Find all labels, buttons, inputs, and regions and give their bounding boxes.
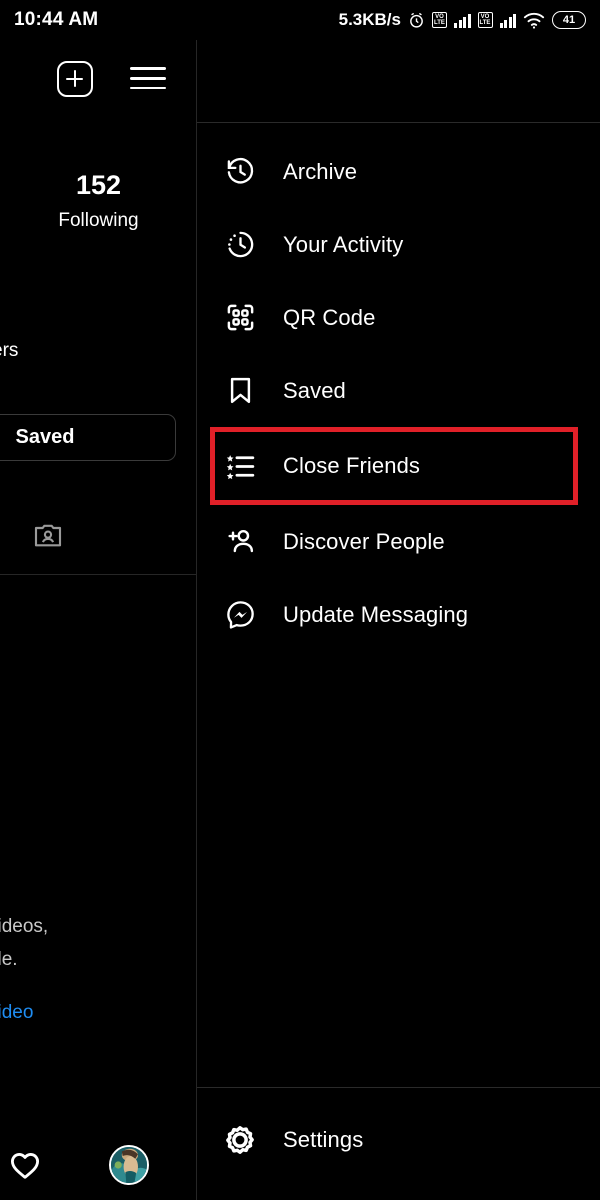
activity-clock-icon <box>223 228 257 262</box>
archive-clock-icon <box>223 155 257 189</box>
volte-sim1-icon: VO LTE <box>432 12 447 28</box>
settings-label: Settings <box>283 1127 364 1152</box>
menu-item-label: Close Friends <box>283 453 421 478</box>
following-label[interactable]: Following <box>0 210 197 232</box>
volte-sim1-bottom: LTE <box>434 20 445 26</box>
menu-item-discover-people[interactable]: Discover People <box>197 505 600 578</box>
heart-icon[interactable] <box>7 1147 43 1183</box>
followers-label-partial[interactable]: ers <box>0 340 18 362</box>
wifi-icon <box>523 12 545 29</box>
following-count[interactable]: 152 <box>0 170 197 201</box>
person-add-icon <box>223 525 257 559</box>
signal-bars-sim1-icon <box>454 13 471 28</box>
profile-pane-partial: 152 Following ers Saved videos, file. vi… <box>0 40 197 1200</box>
phone-screen: 10:44 AM 5.3KB/s VO LTE VO LTE 41 152 Fo… <box>0 0 600 1200</box>
menu-item-update-messaging[interactable]: Update Messaging <box>197 578 600 651</box>
menu-item-your-activity[interactable]: Your Activity <box>197 208 600 281</box>
menu-item-label: Saved <box>283 377 346 403</box>
signal-bars-sim2-icon <box>499 13 516 28</box>
qr-code-icon <box>223 301 257 335</box>
menu-footer-divider <box>197 1087 600 1088</box>
battery-indicator: 41 <box>552 11 586 29</box>
profile-top-actions <box>0 53 197 113</box>
bottom-navigation-partial <box>0 1125 197 1200</box>
status-bar: 10:44 AM 5.3KB/s VO LTE VO LTE 41 <box>0 0 600 40</box>
status-icons: 5.3KB/s VO LTE VO LTE 41 <box>339 10 586 30</box>
volte-sim2-icon: VO LTE <box>477 12 493 28</box>
bio-line-2: file. <box>0 949 18 970</box>
menu-item-saved[interactable]: Saved <box>197 354 600 427</box>
menu-top-divider <box>197 122 600 123</box>
saved-button[interactable]: Saved <box>0 414 176 461</box>
status-time: 10:44 AM <box>14 9 99 30</box>
alarm-clock-icon <box>408 12 425 29</box>
bio-line-1: videos, <box>0 916 49 937</box>
star-list-icon <box>223 449 257 483</box>
menu-list: Archive Your Activity QR Code Saved Clos… <box>197 135 600 651</box>
menu-item-label: Archive <box>283 158 358 184</box>
menu-item-label: Discover People <box>283 528 445 554</box>
side-menu-panel: Archive Your Activity QR Code Saved Clos… <box>197 40 600 1200</box>
messenger-icon <box>223 598 257 632</box>
menu-item-qr-code[interactable]: QR Code <box>197 281 600 354</box>
profile-bio: videos, file. video <box>0 910 197 1029</box>
gear-icon <box>223 1123 257 1157</box>
volte-sim2-bottom: LTE <box>479 20 491 26</box>
hamburger-menu-icon[interactable] <box>130 67 166 91</box>
plus-square-icon[interactable] <box>57 61 93 97</box>
menu-item-label: Your Activity <box>283 231 404 257</box>
bookmark-icon <box>223 374 257 408</box>
bio-link[interactable]: video <box>0 996 197 1029</box>
menu-item-settings[interactable]: Settings <box>197 1103 600 1177</box>
profile-divider <box>0 574 197 575</box>
menu-item-archive[interactable]: Archive <box>197 135 600 208</box>
network-speed-text: 5.3KB/s <box>338 10 401 29</box>
profile-avatar[interactable] <box>109 1145 149 1185</box>
tagged-photos-icon[interactable] <box>32 520 64 552</box>
menu-item-close-friends[interactable]: Close Friends <box>210 427 578 505</box>
menu-item-label: Update Messaging <box>283 601 469 627</box>
menu-item-label: QR Code <box>283 304 376 330</box>
